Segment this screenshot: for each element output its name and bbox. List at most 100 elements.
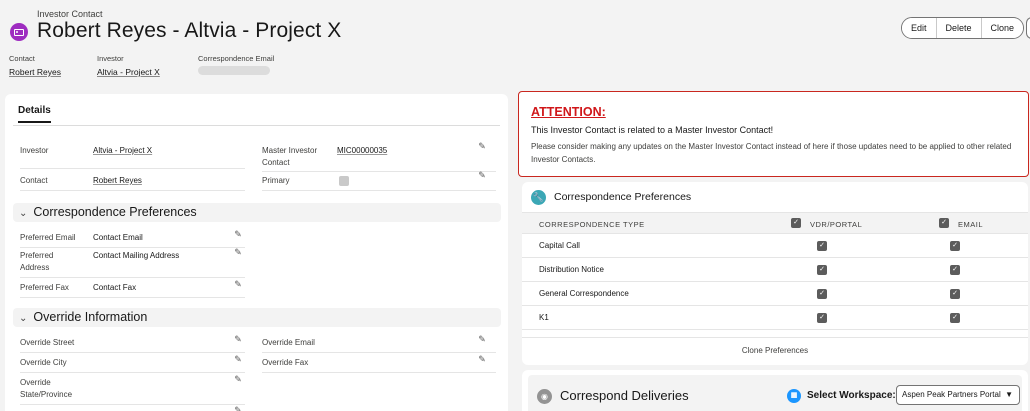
email-checkbox[interactable]: ✓ xyxy=(950,289,960,299)
workspace-select[interactable]: Aspen Peak Partners Portal ▼ xyxy=(896,385,1020,405)
investor-value-link[interactable]: Altvia - Project X xyxy=(93,145,152,157)
redacted-email xyxy=(198,66,270,75)
vdr-portal-checkbox[interactable]: ✓ xyxy=(817,313,827,323)
divider xyxy=(20,372,245,373)
section-title: Override Information xyxy=(33,310,148,324)
column-header-type: CORRESPONDENCE TYPE xyxy=(539,220,645,229)
correspondence-type-cell: K1 xyxy=(539,313,549,322)
action-button-group: Edit Delete Clone xyxy=(901,17,1025,39)
field-label: Override City xyxy=(20,358,67,367)
card-title: Correspond Deliveries xyxy=(560,388,689,403)
correspondence-type-cell: General Correspondence xyxy=(539,289,629,298)
edit-pencil-icon[interactable]: ✎ xyxy=(477,170,487,180)
delete-button[interactable]: Delete xyxy=(936,18,982,38)
field-label: Preferred Address xyxy=(20,251,54,272)
field-label: Override Email xyxy=(262,338,315,347)
field-label: Contact xyxy=(20,176,48,185)
field-override-fax: Override Fax xyxy=(262,357,496,373)
master-investor-contact-link[interactable]: MIC00000035 xyxy=(337,145,387,157)
vdr-portal-checkbox[interactable]: ✓ xyxy=(817,265,827,275)
workspace-icon: ▦ xyxy=(787,389,801,403)
field-preferred-fax: Preferred Fax Contact Fax xyxy=(20,282,245,298)
investor-link[interactable]: Altvia - Project X xyxy=(97,67,160,77)
table-row: Capital Call ✓ ✓ xyxy=(522,234,1028,258)
divider xyxy=(20,404,245,405)
primary-checkbox xyxy=(339,176,349,186)
contact-link[interactable]: Robert Reyes xyxy=(9,67,61,77)
tab-details[interactable]: Details xyxy=(18,105,51,123)
card-footer-divider xyxy=(522,337,1028,338)
correspond-deliveries-card: ◉ Correspond Deliveries ▦ Select Workspa… xyxy=(522,370,1028,411)
edit-pencil-icon[interactable]: ✎ xyxy=(233,374,243,384)
field-preferred-email: Preferred Email Contact Email xyxy=(20,232,245,248)
details-card: Details Investor Altvia - Project X Mast… xyxy=(5,94,508,411)
field-override-street: Override Street xyxy=(20,337,245,353)
edit-pencil-icon[interactable]: ✎ xyxy=(233,229,243,239)
correspondence-preferences-card: 🔧 Correspondence Preferences CORRESPONDE… xyxy=(522,182,1028,365)
overflow-menu-button[interactable] xyxy=(1026,17,1030,39)
edit-pencil-icon[interactable]: ✎ xyxy=(233,354,243,364)
field-preferred-address: Preferred Address Contact Mailing Addres… xyxy=(20,250,245,278)
workspace-selected-value: Aspen Peak Partners Portal xyxy=(902,390,1001,399)
record-title: Robert Reyes - Altvia - Project X xyxy=(37,19,342,42)
clone-preferences-button[interactable]: Clone Preferences xyxy=(522,346,1028,355)
correspondence-type-cell: Distribution Notice xyxy=(539,265,604,274)
edit-pencil-icon[interactable]: ✎ xyxy=(233,405,243,411)
wrench-icon: 🔧 xyxy=(531,190,546,205)
divider xyxy=(20,190,245,191)
field-label: Override Fax xyxy=(262,358,309,367)
edit-pencil-icon[interactable]: ✎ xyxy=(477,334,487,344)
section-correspondence-preferences[interactable]: ⌄ Correspondence Preferences xyxy=(13,203,501,222)
divider xyxy=(262,352,496,353)
field-label: Investor xyxy=(20,146,49,155)
investor-contact-icon xyxy=(10,23,28,41)
divider xyxy=(20,352,245,353)
field-override-email: Override Email xyxy=(262,337,496,353)
field-master-investor-contact: Master Investor Contact MIC00000035 xyxy=(262,145,496,172)
table-row: K1 ✓ ✓ xyxy=(522,306,1028,330)
email-checkbox[interactable]: ✓ xyxy=(950,241,960,251)
edit-button[interactable]: Edit xyxy=(902,18,937,38)
divider xyxy=(20,247,245,248)
deliveries-icon: ◉ xyxy=(537,389,552,404)
object-label: Investor Contact xyxy=(37,9,103,19)
field-value: Contact Email xyxy=(93,233,143,242)
chevron-down-icon: ⌄ xyxy=(19,208,28,219)
attention-banner: ATTENTION: This Investor Contact is rela… xyxy=(518,91,1029,177)
edit-pencil-icon[interactable]: ✎ xyxy=(477,141,487,151)
vdr-portal-checkbox[interactable]: ✓ xyxy=(817,289,827,299)
divider xyxy=(262,190,496,191)
clone-button[interactable]: Clone xyxy=(981,18,1024,38)
edit-pencil-icon[interactable]: ✎ xyxy=(233,334,243,344)
email-checkbox[interactable]: ✓ xyxy=(950,265,960,275)
field-value: Contact Fax xyxy=(93,283,137,292)
correspondence-type-cell: Capital Call xyxy=(539,241,580,250)
edit-pencil-icon[interactable]: ✎ xyxy=(477,354,487,364)
field-label: Override Street xyxy=(20,338,75,347)
field-investor: Investor Altvia - Project X xyxy=(20,145,245,169)
divider xyxy=(20,168,245,169)
field-contact: Contact Robert Reyes xyxy=(20,175,245,191)
section-title: Correspondence Preferences xyxy=(33,205,197,219)
divider xyxy=(20,277,245,278)
header-field-label: Investor xyxy=(97,54,124,63)
field-primary: Primary xyxy=(262,175,496,191)
email-select-all-checkbox[interactable]: ✓ xyxy=(939,218,949,228)
vdr-portal-checkbox[interactable]: ✓ xyxy=(817,241,827,251)
edit-pencil-icon[interactable]: ✎ xyxy=(233,247,243,257)
divider xyxy=(262,372,496,373)
contact-value-link[interactable]: Robert Reyes xyxy=(93,175,142,187)
table-row: General Correspondence ✓ ✓ xyxy=(522,282,1028,306)
card-title: Correspondence Preferences xyxy=(554,191,692,203)
section-override-information[interactable]: ⌄ Override Information xyxy=(13,308,501,327)
column-header-vdr-portal: VDR/PORTAL xyxy=(810,220,863,229)
email-checkbox[interactable]: ✓ xyxy=(950,313,960,323)
column-header-email: EMAIL xyxy=(958,220,984,229)
edit-pencil-icon[interactable]: ✎ xyxy=(233,279,243,289)
field-override-state-province: Override State/Province xyxy=(20,377,245,405)
vdr-portal-select-all-checkbox[interactable]: ✓ xyxy=(791,218,801,228)
header-field-label: Correspondence Email xyxy=(198,54,275,63)
header-field-investor: Investor Altvia - Project X xyxy=(97,54,160,77)
header-field-correspondence-email: Correspondence Email xyxy=(198,54,274,75)
chevron-down-icon: ⌄ xyxy=(19,313,28,324)
